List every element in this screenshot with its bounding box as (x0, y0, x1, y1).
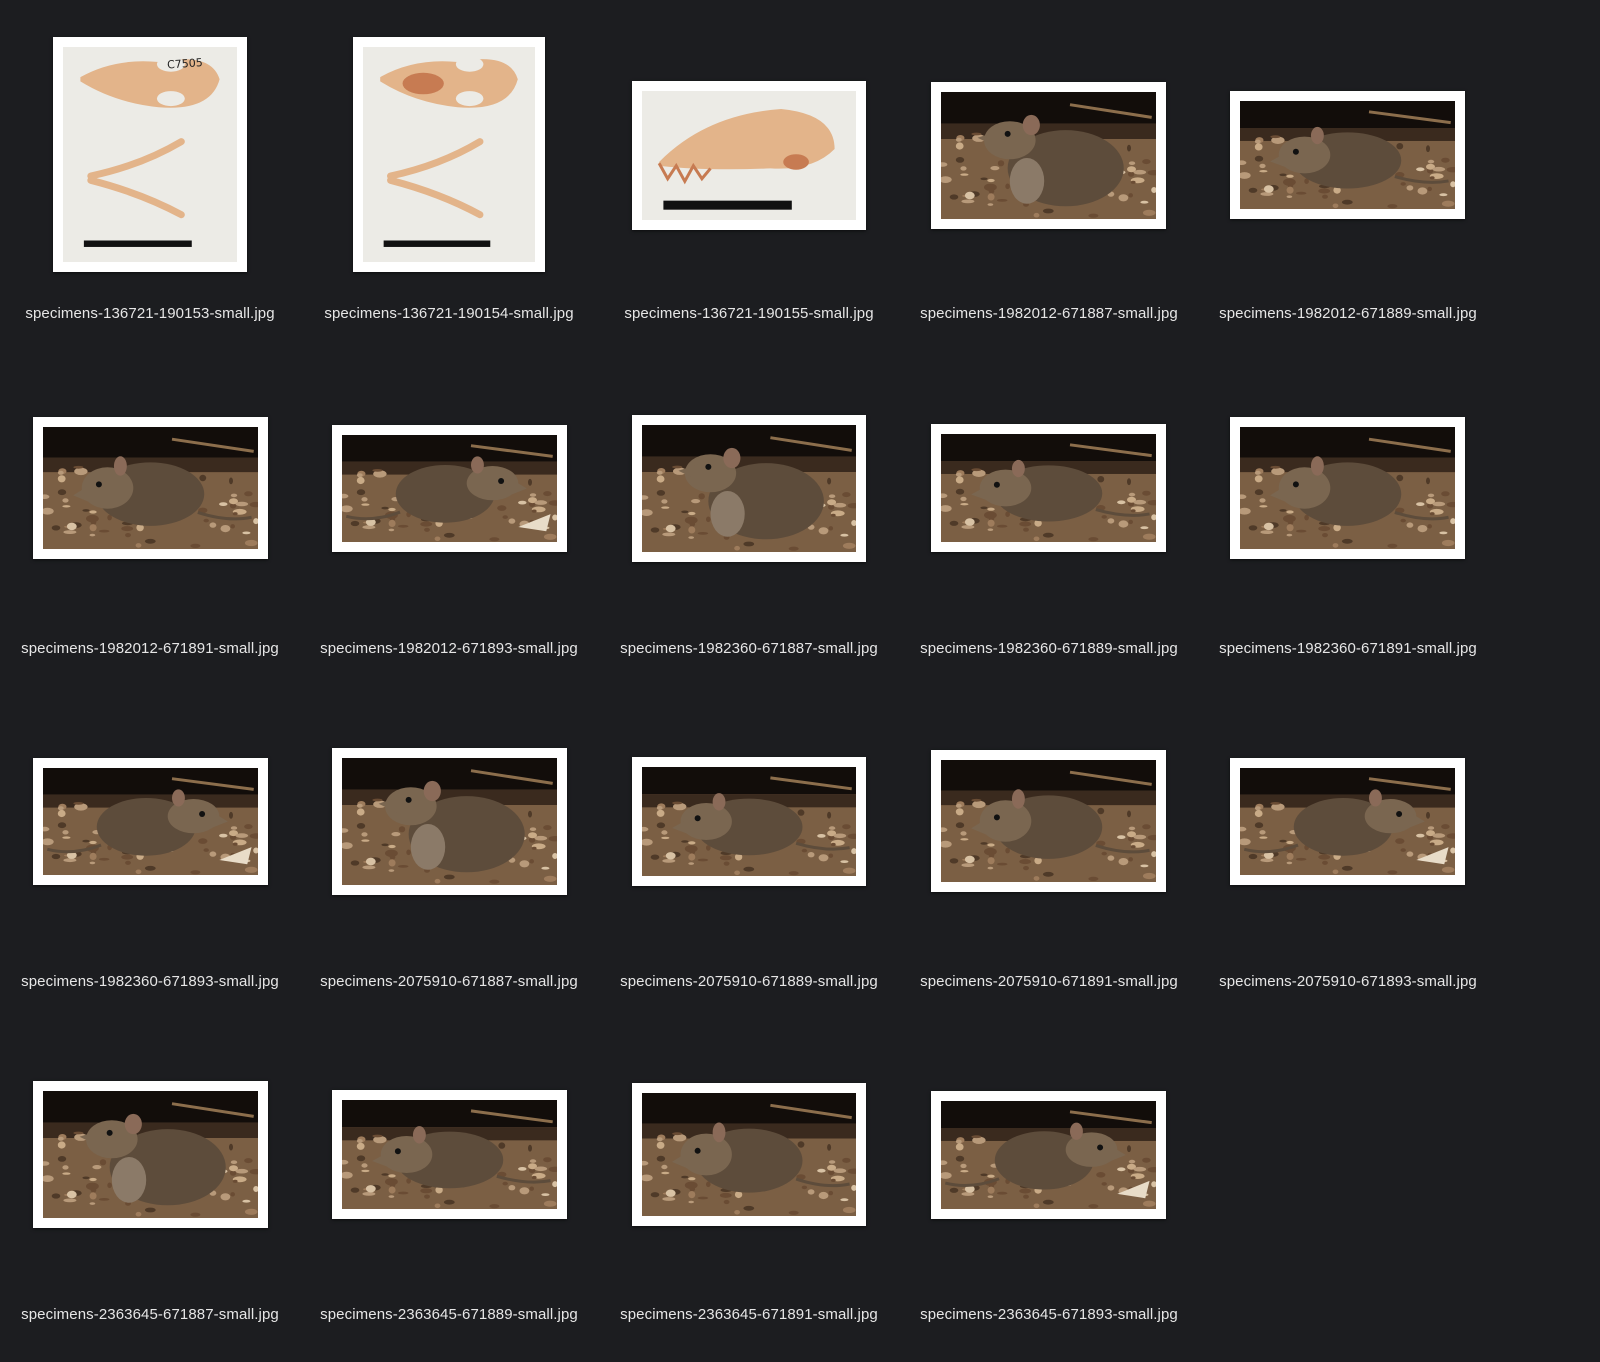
file-name-label[interactable]: specimens-1982012-671887-small.jpg (899, 305, 1199, 322)
animal-photo-icon (1240, 101, 1455, 209)
file-name-label[interactable]: specimens-1982012-671891-small.jpg (0, 640, 300, 657)
animal-photo-icon (941, 92, 1156, 219)
file-name-label[interactable]: specimens-1982360-671893-small.jpg (0, 973, 300, 990)
file-thumbnail[interactable] (632, 757, 866, 886)
animal-photo-icon (43, 427, 258, 549)
file-thumbnail[interactable] (1230, 417, 1465, 559)
skull-dorsal-icon: C7505 (63, 47, 237, 262)
file-thumbnail[interactable] (33, 758, 268, 885)
animal-photo-icon (43, 768, 258, 875)
animal-photo-icon (941, 434, 1156, 542)
file-name-label[interactable]: specimens-1982360-671891-small.jpg (1198, 640, 1498, 657)
file-thumbnail[interactable] (632, 415, 866, 562)
animal-photo-icon (642, 1093, 856, 1216)
file-thumbnail[interactable] (632, 81, 866, 230)
animal-photo-icon (1240, 427, 1455, 549)
animal-photo-icon (342, 758, 557, 885)
file-name-label[interactable]: specimens-2363645-671893-small.jpg (899, 1306, 1199, 1323)
file-thumbnail[interactable] (632, 1083, 866, 1226)
animal-photo-icon (43, 1091, 258, 1218)
file-name-label[interactable]: specimens-2075910-671889-small.jpg (599, 973, 899, 990)
file-thumbnail[interactable] (353, 37, 545, 272)
file-thumbnail[interactable] (931, 82, 1166, 229)
animal-photo-icon (342, 435, 557, 542)
file-thumbnail[interactable] (931, 424, 1166, 552)
file-name-label[interactable]: specimens-1982360-671887-small.jpg (599, 640, 899, 657)
file-thumbnail[interactable] (332, 425, 567, 552)
file-thumbnail[interactable] (332, 1090, 567, 1219)
file-name-label[interactable]: specimens-2363645-671889-small.jpg (299, 1306, 599, 1323)
skull-lateral-icon (642, 91, 856, 220)
file-thumbnail[interactable] (33, 1081, 268, 1228)
file-name-label[interactable]: specimens-2363645-671887-small.jpg (0, 1306, 300, 1323)
file-name-label[interactable]: specimens-2075910-671893-small.jpg (1198, 973, 1498, 990)
file-thumbnail[interactable] (931, 1091, 1166, 1219)
animal-photo-icon (941, 760, 1156, 882)
file-name-label[interactable]: specimens-1982012-671889-small.jpg (1198, 305, 1498, 322)
file-name-label[interactable]: specimens-1982360-671889-small.jpg (899, 640, 1199, 657)
animal-photo-icon (342, 1100, 557, 1209)
file-thumbnail[interactable] (931, 750, 1166, 892)
file-name-label[interactable]: specimens-136721-190153-small.jpg (0, 305, 300, 322)
file-name-label[interactable]: specimens-2075910-671891-small.jpg (899, 973, 1199, 990)
file-name-label[interactable]: specimens-2075910-671887-small.jpg (299, 973, 599, 990)
svg-text:C7505: C7505 (167, 56, 204, 71)
file-thumbnail[interactable]: C7505 (53, 37, 247, 272)
file-thumbnail[interactable] (33, 417, 268, 559)
animal-photo-icon (941, 1101, 1156, 1209)
file-name-label[interactable]: specimens-136721-190154-small.jpg (299, 305, 599, 322)
animal-photo-icon (642, 767, 856, 876)
animal-photo-icon (1240, 768, 1455, 875)
file-thumbnail[interactable] (1230, 758, 1465, 885)
file-name-label[interactable]: specimens-136721-190155-small.jpg (599, 305, 899, 322)
animal-photo-icon (642, 425, 856, 552)
file-thumbnail[interactable] (1230, 91, 1465, 219)
file-thumbnail[interactable] (332, 748, 567, 895)
file-name-label[interactable]: specimens-2363645-671891-small.jpg (599, 1306, 899, 1323)
skull-ventral-icon (363, 47, 535, 262)
file-name-label[interactable]: specimens-1982012-671893-small.jpg (299, 640, 599, 657)
file-icon-grid: C7505 specimens-136721-190153-small.jpg sp… (0, 0, 1600, 1362)
